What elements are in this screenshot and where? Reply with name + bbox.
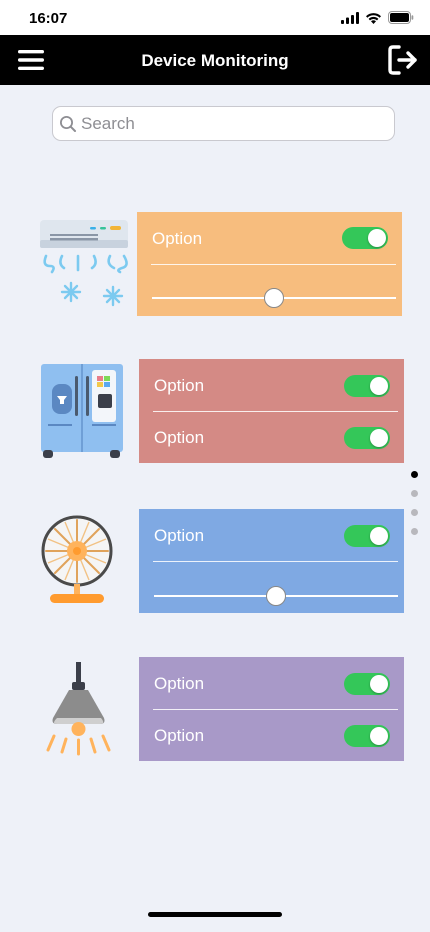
option-row: Option [137, 212, 402, 264]
level-slider[interactable] [152, 288, 396, 308]
wifi-icon [366, 12, 381, 24]
option-row: Option [139, 359, 404, 411]
status-bar: 16:07 [0, 0, 430, 35]
air-conditioner-icon [38, 216, 130, 308]
nav-bar: Device Monitoring [0, 35, 430, 85]
toggle-switch[interactable] [344, 427, 390, 449]
option-row: Option [139, 411, 404, 463]
fan-icon [40, 512, 116, 606]
home-indicator [148, 912, 282, 917]
status-time: 16:07 [29, 10, 68, 27]
option-label: Option [154, 726, 205, 745]
status-icons [341, 11, 414, 24]
option-row: Option [139, 709, 404, 761]
option-label: Option [152, 229, 203, 248]
device-card-ceiling-lamp: Option Option [139, 657, 404, 761]
option-label: Option [154, 428, 205, 447]
device-card-fan: Option [139, 509, 404, 613]
option-row [137, 264, 402, 316]
option-row [139, 561, 404, 613]
device-card-air-conditioner: Option [137, 212, 402, 316]
option-label: Option [154, 674, 205, 693]
option-row: Option [139, 657, 404, 709]
level-slider[interactable] [154, 586, 398, 606]
battery-icon [388, 11, 414, 24]
toggle-switch[interactable] [344, 673, 390, 695]
page-title: Device Monitoring [141, 51, 289, 70]
toggle-switch[interactable] [342, 227, 388, 249]
cellular-signal-icon [341, 11, 359, 24]
ceiling-lamp-icon [44, 660, 114, 758]
toggle-switch[interactable] [344, 525, 390, 547]
option-row: Option [139, 509, 404, 561]
option-label: Option [154, 526, 205, 545]
page-dot[interactable] [411, 471, 418, 478]
search-bar[interactable] [52, 106, 395, 141]
slider-thumb[interactable] [264, 288, 284, 308]
page-dot[interactable] [411, 528, 418, 535]
toggle-switch[interactable] [344, 375, 390, 397]
search-input[interactable] [81, 107, 381, 140]
search-icon [60, 116, 76, 132]
slider-thumb[interactable] [266, 586, 286, 606]
logout-button[interactable] [386, 43, 420, 77]
page-dot[interactable] [411, 490, 418, 497]
toggle-switch[interactable] [344, 725, 390, 747]
logout-icon [388, 45, 417, 75]
option-label: Option [154, 376, 205, 395]
page-indicator [411, 471, 419, 547]
refrigerator-icon [40, 362, 124, 460]
device-card-refrigerator: Option Option [139, 359, 404, 463]
page-dot[interactable] [411, 509, 418, 516]
